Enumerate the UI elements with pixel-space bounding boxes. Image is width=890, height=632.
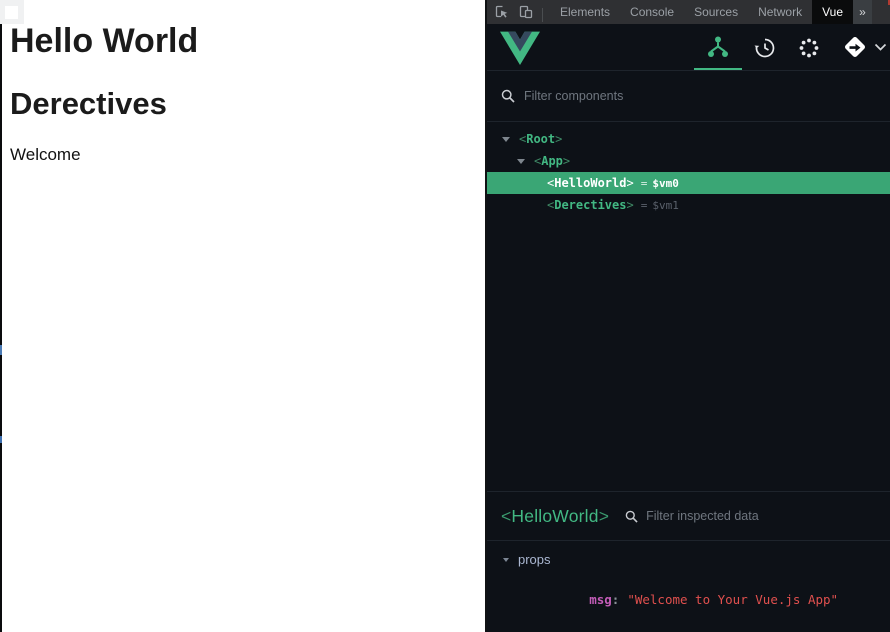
vm-equals: = <box>640 198 648 212</box>
props-group-label: props <box>518 552 551 567</box>
inspected-data-filter-bar <box>625 509 867 523</box>
tab-label: Elements <box>560 5 611 19</box>
tag-bracket: > <box>626 176 634 190</box>
app-switch-diamond-icon[interactable] <box>842 34 868 60</box>
props-group-header[interactable]: props <box>487 552 890 567</box>
tab-console[interactable]: Console <box>620 0 684 24</box>
expand-arrow-icon[interactable] <box>517 159 525 164</box>
tab-label: Vue <box>822 5 844 19</box>
page-corner-widget <box>0 0 24 24</box>
active-tool-underline <box>694 68 742 70</box>
devtools-toolbar-icons <box>487 0 550 24</box>
background-window-icon-sliver <box>0 345 2 355</box>
vm-equals: = <box>640 176 648 190</box>
vue-logo-icon <box>500 30 540 66</box>
component-tag: <Derectives> <box>547 198 634 212</box>
tab-sources[interactable]: Sources <box>684 0 748 24</box>
prop-row-msg[interactable]: msg: "Welcome to Your Vue.js App" <box>529 577 890 622</box>
vue-devtools-header <box>487 24 890 71</box>
background-window-sliver <box>0 24 2 632</box>
page-heading-hello-world: Hello World <box>10 22 199 60</box>
page-welcome-text: Welcome <box>10 145 81 164</box>
prop-colon: : <box>611 592 620 607</box>
expand-arrow-icon[interactable] <box>503 557 509 562</box>
more-tabs-button[interactable]: » <box>853 0 873 24</box>
background-window-icon-sliver <box>0 436 2 443</box>
tree-row-derectives[interactable]: <Derectives> = $vm1 <box>487 194 890 216</box>
page-heading-derectives: Derectives <box>10 86 167 121</box>
tab-label: Console <box>630 5 675 19</box>
filter-inspected-data-input[interactable] <box>646 509 867 523</box>
screenshot-root: Hello World Derectives Welcome Elements … <box>0 0 890 632</box>
tag-bracket: > <box>555 132 563 146</box>
components-tree-tab-icon[interactable] <box>705 35 731 59</box>
tag-bracket: < <box>501 505 512 526</box>
tag-name: HelloWorld <box>554 176 627 190</box>
component-filter-bar <box>487 71 890 122</box>
tab-label: Network <box>758 5 803 19</box>
plugins-dots-icon[interactable] <box>798 37 820 59</box>
tab-vue[interactable]: Vue <box>812 0 854 24</box>
tab-label: Sources <box>694 5 739 19</box>
tree-row-helloworld-selected[interactable]: <HelloWorld> = $vm0 <box>487 172 890 194</box>
filter-components-input[interactable] <box>524 89 744 103</box>
expand-arrow-icon[interactable] <box>502 137 510 142</box>
devtools-panel: Elements Console Sources Network Vue » F… <box>487 0 890 632</box>
tag-name: HelloWorld <box>511 505 599 526</box>
component-tree: <Root> <App> <HelloWorld> = $vm0 <Derect… <box>487 122 890 491</box>
vm-reference: $vm1 <box>652 198 679 212</box>
inspector-props-section: props msg: "Welcome to Your Vue.js App" <box>487 541 890 632</box>
timeline-history-icon[interactable] <box>753 36 777 60</box>
tag-bracket: > <box>598 505 610 526</box>
component-tag: <HelloWorld> <box>547 176 634 190</box>
component-tag: <Root> <box>519 132 562 146</box>
tree-row-app[interactable]: <App> <box>487 150 890 172</box>
chevron-down-icon[interactable] <box>874 43 887 52</box>
prop-value: "Welcome to Your Vue.js App" <box>627 592 839 607</box>
tag-name: Derectives <box>554 198 627 212</box>
tag-name: Root <box>526 132 556 146</box>
page-corner-widget-inner <box>5 6 18 19</box>
device-toolbar-icon[interactable] <box>517 3 535 21</box>
search-icon <box>501 89 515 103</box>
tag-name: App <box>541 154 563 168</box>
vm-reference: $vm0 <box>652 176 679 190</box>
component-tag: <App> <box>534 154 570 168</box>
tag-bracket: > <box>626 198 634 212</box>
tag-bracket: > <box>562 154 571 168</box>
devtools-tabbar: Elements Console Sources Network Vue » <box>487 0 890 24</box>
inspector-header: <HelloWorld> <box>487 491 890 541</box>
prop-key: msg <box>589 592 612 607</box>
more-tabs-chevron-icon: » <box>859 5 866 19</box>
tab-network[interactable]: Network <box>748 0 812 24</box>
inspect-element-icon[interactable] <box>493 3 511 21</box>
tree-row-root[interactable]: <Root> <box>487 128 890 150</box>
tab-elements[interactable]: Elements <box>550 0 620 24</box>
search-icon <box>625 510 638 523</box>
toolbar-separator <box>542 7 543 22</box>
browser-page: Hello World Derectives Welcome <box>0 0 485 632</box>
selected-component-tag: <HelloWorld> <box>501 506 609 527</box>
